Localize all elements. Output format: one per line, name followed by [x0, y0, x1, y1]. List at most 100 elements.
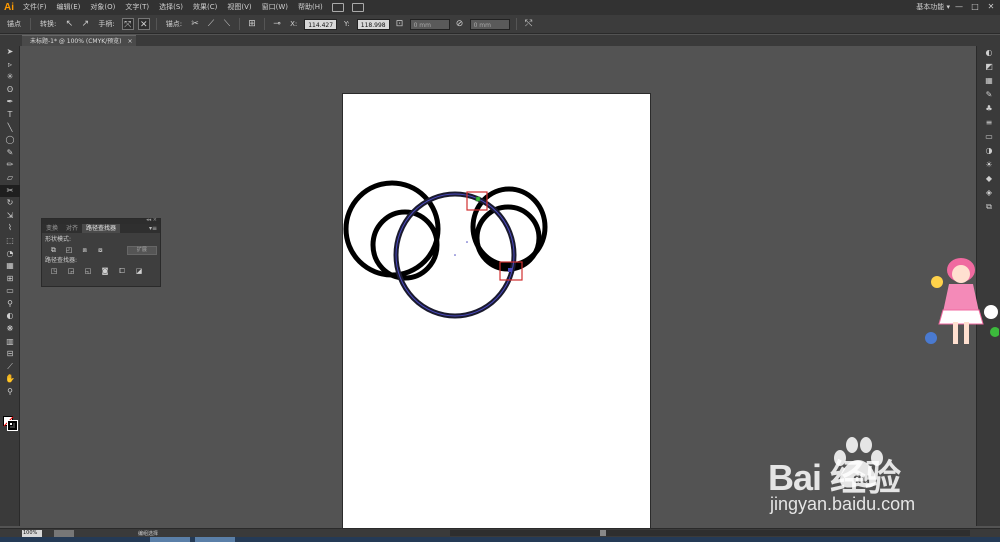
taskbar-item[interactable]	[195, 537, 235, 542]
intersect-icon[interactable]: ⧈	[81, 246, 88, 254]
hide-handles-icon[interactable]: ✕	[137, 18, 150, 30]
maximize-button[interactable]: □	[970, 2, 980, 12]
warp-tool-icon[interactable]: ⌇	[0, 222, 20, 235]
color-panel-icon[interactable]: ◐	[977, 46, 1000, 60]
document-tab-close[interactable]: ×	[128, 36, 133, 47]
minus-back-icon[interactable]: ◪	[135, 267, 143, 275]
eyedropper-tool-icon[interactable]: ⚲	[0, 298, 20, 311]
reference-point-icon[interactable]: ⊡	[394, 18, 406, 30]
column-graph-tool-icon[interactable]: ▥	[0, 336, 20, 349]
layers-panel-icon[interactable]: ◈	[977, 186, 1000, 200]
document-tab[interactable]: 未标题-1* @ 100% (CMYK/预览) ×	[22, 35, 136, 46]
artboard-navigator[interactable]	[54, 529, 74, 537]
blend-tool-icon[interactable]: ◐	[0, 310, 20, 323]
stroke-swatch[interactable]	[7, 420, 18, 431]
shape-builder-tool-icon[interactable]: ◔	[0, 248, 20, 261]
merge-icon[interactable]: ◱	[84, 267, 92, 275]
paintbrush-tool-icon[interactable]: ✎	[0, 147, 20, 160]
connect-endpoints-icon[interactable]: ⟋	[205, 18, 217, 30]
rotate-tool-icon[interactable]: ↻	[0, 197, 20, 210]
close-panel-icon[interactable]: ×	[153, 217, 157, 223]
exclude-icon[interactable]: ⧇	[97, 246, 104, 254]
bridge-icon[interactable]	[331, 3, 344, 12]
ellipse-tool-icon[interactable]: ◯	[0, 134, 20, 147]
stroke-panel-icon[interactable]: ≡	[977, 116, 1000, 130]
trim-icon[interactable]: ◲	[67, 267, 75, 275]
line-tool-icon[interactable]: ╲	[0, 122, 20, 135]
panel-collapse-controls[interactable]: ◂◂ ×	[146, 217, 157, 223]
show-handles-icon[interactable]: ⤧	[121, 18, 134, 30]
pencil-tool-icon[interactable]: ✏	[0, 159, 20, 172]
x-field[interactable]: 114.427	[304, 18, 338, 30]
menu-object[interactable]: 对象(O)	[85, 0, 120, 15]
taskbar-item[interactable]	[150, 537, 190, 542]
workspace-switcher[interactable]: 基本功能 ▾	[916, 0, 950, 15]
artboards-panel-icon[interactable]: ⧉	[977, 200, 1000, 214]
artboard-tool-icon[interactable]: ⊟	[0, 348, 20, 361]
convert-smooth-icon[interactable]: ↗	[79, 18, 91, 30]
scale-tool-icon[interactable]: ⇲	[0, 210, 20, 223]
appearance-panel-icon[interactable]: ☀	[977, 158, 1000, 172]
width-field[interactable]: 0 mm	[409, 18, 450, 30]
outline-icon[interactable]: ⧠	[118, 267, 126, 275]
transform-icon[interactable]: ⤲	[523, 18, 535, 30]
symbols-panel-icon[interactable]: ♣	[977, 102, 1000, 116]
menu-select[interactable]: 选择(S)	[154, 0, 188, 15]
eraser-tool-icon[interactable]: ▱	[0, 172, 20, 185]
cut-path-icon[interactable]: ⟍	[221, 18, 233, 30]
tab-align[interactable]: 对齐	[62, 224, 82, 233]
expand-button[interactable]: 扩展	[126, 245, 158, 255]
align-anchor-icon[interactable]: ⊸	[271, 18, 283, 30]
isolate-icon[interactable]: ⊞	[246, 18, 258, 30]
divide-icon[interactable]: ◳	[50, 267, 58, 275]
gradient-tool-icon[interactable]: ▭	[0, 285, 20, 298]
menu-effect[interactable]: 效果(C)	[188, 0, 222, 15]
color-guide-icon[interactable]: ◩	[977, 60, 1000, 74]
menu-window[interactable]: 窗口(W)	[257, 0, 293, 15]
direct-selection-tool-icon[interactable]: ▹	[0, 59, 20, 72]
minimize-button[interactable]: —	[954, 2, 964, 12]
fill-stroke-swatches[interactable]	[3, 416, 18, 431]
graphic-styles-icon[interactable]: ◆	[977, 172, 1000, 186]
slice-tool-icon[interactable]: ⟋	[0, 361, 20, 374]
swatches-panel-icon[interactable]: ▦	[977, 74, 1000, 88]
gradient-panel-icon[interactable]: ▭	[977, 130, 1000, 144]
perspective-grid-tool-icon[interactable]: ▦	[0, 260, 20, 273]
pen-tool-icon[interactable]: ✒	[0, 96, 20, 109]
selection-tool-icon[interactable]: ➤	[0, 46, 20, 59]
artboard[interactable]	[342, 93, 651, 530]
tab-pathfinder[interactable]: 路径查找器	[82, 224, 121, 233]
y-field[interactable]: 118.998	[356, 18, 390, 30]
link-icon[interactable]: ⊘	[454, 18, 466, 30]
minus-front-icon[interactable]: ◰	[66, 246, 73, 254]
menu-edit[interactable]: 编辑(E)	[52, 0, 86, 15]
lasso-tool-icon[interactable]: ʘ	[0, 84, 20, 97]
horizontal-scrollbar[interactable]	[450, 530, 970, 536]
menu-view[interactable]: 视图(V)	[222, 0, 256, 15]
menu-type[interactable]: 文字(T)	[120, 0, 154, 15]
arrange-documents-icon[interactable]	[351, 3, 364, 12]
zoom-tool-icon[interactable]: ⚲	[0, 386, 20, 399]
unite-icon[interactable]: ⧉	[50, 246, 57, 254]
height-field[interactable]: 0 mm	[469, 18, 510, 30]
scissors-tool-icon[interactable]: ✂	[0, 184, 20, 198]
transparency-panel-icon[interactable]: ◑	[977, 144, 1000, 158]
remove-anchor-icon[interactable]: ✂	[189, 18, 201, 30]
menu-help[interactable]: 帮助(H)	[293, 0, 328, 15]
type-tool-icon[interactable]: T	[0, 109, 20, 122]
symbol-sprayer-tool-icon[interactable]: ❋	[0, 323, 20, 336]
panel-menu-icon[interactable]: ▾≡	[149, 224, 157, 233]
crop-icon[interactable]: ◙	[101, 267, 109, 275]
hand-tool-icon[interactable]: ✋	[0, 373, 20, 386]
close-button[interactable]: ✕	[986, 2, 996, 12]
menu-file[interactable]: 文件(F)	[18, 0, 52, 15]
collapse-icon[interactable]: ◂◂	[146, 217, 151, 223]
brushes-panel-icon[interactable]: ✎	[977, 88, 1000, 102]
magic-wand-tool-icon[interactable]: ✳	[0, 71, 20, 84]
free-transform-tool-icon[interactable]: ⬚	[0, 235, 20, 248]
tab-transform[interactable]: 变换	[42, 224, 62, 233]
mesh-tool-icon[interactable]: ⊞	[0, 273, 20, 286]
convert-corner-icon[interactable]: ↖	[63, 18, 75, 30]
scrollbar-thumb[interactable]	[600, 530, 606, 536]
panel-titlebar[interactable]: ◂◂ ×	[42, 217, 160, 224]
